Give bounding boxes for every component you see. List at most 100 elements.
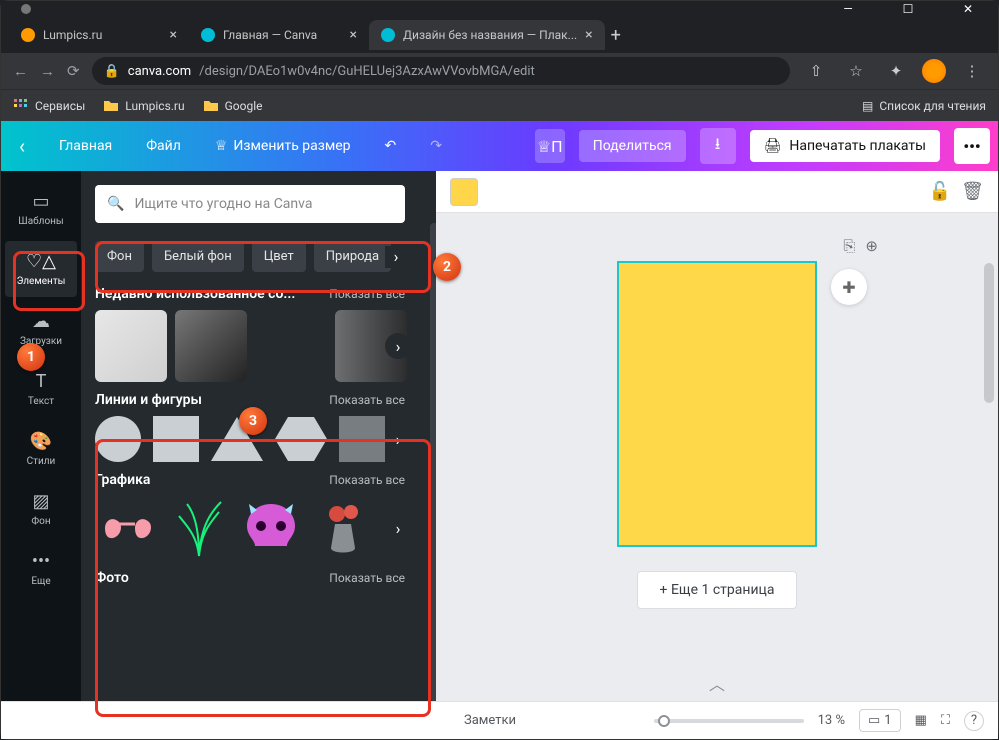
chevron-right-icon[interactable]: › xyxy=(385,333,411,359)
canvas-scroll[interactable]: ⎘ ⊕ ✚ + Еще 1 страница ︿ xyxy=(436,213,998,701)
undo-button[interactable]: ↶ xyxy=(375,132,407,160)
graphic-plant[interactable] xyxy=(167,496,231,560)
close-icon[interactable]: × xyxy=(350,27,357,43)
recent-thumb[interactable] xyxy=(255,310,327,382)
rail-label: Стили xyxy=(27,456,56,467)
comment-bubble[interactable]: ✚ xyxy=(831,269,867,305)
see-all-recent[interactable]: Показать все xyxy=(329,287,405,301)
rail-more[interactable]: ••• Еще xyxy=(5,541,77,597)
zoom-value[interactable]: 13 % xyxy=(818,713,845,728)
annotation-2: 2 xyxy=(433,253,461,281)
bookmark-services[interactable]: Сервисы xyxy=(13,98,85,114)
search-input[interactable]: 🔍 Ищите что угодно на Canva xyxy=(95,185,405,223)
color-swatch[interactable] xyxy=(450,178,478,206)
star-icon[interactable]: ☆ xyxy=(842,57,870,85)
favicon xyxy=(381,28,395,42)
duplicate-page-icon[interactable]: ⎘ xyxy=(843,237,855,255)
profile-avatar[interactable] xyxy=(922,59,946,83)
fullscreen-icon[interactable]: ⛶ xyxy=(941,713,950,728)
grid-view-icon[interactable]: ▦ xyxy=(915,713,927,728)
close-button[interactable]: ✕ xyxy=(950,0,986,23)
share-url-icon[interactable]: ⇧ xyxy=(802,57,830,85)
premium-button[interactable]: ♕ П xyxy=(535,129,565,163)
url-path: /design/DAEo1w0v4nc/GuHELUej3AzxAwVVovbM… xyxy=(199,64,535,79)
min-button[interactable]: — xyxy=(830,0,866,23)
shape-rounded[interactable] xyxy=(339,416,385,462)
tab-lumpics[interactable]: Lumpics.ru × xyxy=(9,20,189,50)
reload-icon[interactable]: ⟳ xyxy=(67,62,80,80)
chevron-right-icon[interactable]: › xyxy=(385,426,411,452)
chevron-right-icon[interactable]: › xyxy=(385,515,411,541)
text-icon: T xyxy=(36,371,47,392)
graphic-skull[interactable] xyxy=(239,496,303,560)
rail-elements[interactable]: ♡△ Элементы xyxy=(5,241,77,297)
recent-thumb[interactable] xyxy=(175,310,247,382)
see-all-graphics[interactable]: Показать все xyxy=(329,473,405,487)
back-icon[interactable]: ← xyxy=(13,62,28,80)
back-chevron[interactable]: ‹ xyxy=(9,128,35,164)
reading-list[interactable]: ▤ Список для чтения xyxy=(862,99,986,113)
url-field[interactable]: 🔒 canva.com /design/DAEo1w0v4nc/GuHELUej… xyxy=(92,57,790,85)
chip-bg[interactable]: Фон xyxy=(95,241,144,272)
file-menu[interactable]: Файл xyxy=(136,132,191,160)
trash-icon[interactable]: 🗑 xyxy=(961,181,984,202)
bookmark-google[interactable]: Google xyxy=(203,98,263,114)
tab-canva-home[interactable]: Главная — Canva × xyxy=(189,20,369,50)
graphic-glasses[interactable] xyxy=(95,496,159,560)
max-button[interactable]: ☐ xyxy=(890,0,926,23)
close-icon[interactable]: × xyxy=(585,27,592,43)
shape-circle[interactable] xyxy=(95,416,141,462)
extensions-icon[interactable]: ✦ xyxy=(882,57,910,85)
bookmark-label: Google xyxy=(225,99,263,113)
crown-icon: ♕ xyxy=(215,138,228,154)
design-page[interactable] xyxy=(617,261,817,547)
bookmark-lumpics[interactable]: Lumpics.ru xyxy=(103,98,184,114)
close-icon[interactable]: × xyxy=(170,27,177,43)
add-page-icon[interactable]: ⊕ xyxy=(865,237,878,255)
shape-hexagon[interactable] xyxy=(275,417,327,461)
shape-square[interactable] xyxy=(153,416,199,462)
recent-row: › xyxy=(95,310,405,382)
vertical-scrollbar[interactable] xyxy=(984,263,994,691)
recent-thumb[interactable] xyxy=(95,310,167,382)
rail-text[interactable]: T Текст xyxy=(5,361,77,417)
download-button[interactable]: ⭳ xyxy=(700,128,736,164)
tab-canva-design[interactable]: Дизайн без названия — Плак... × xyxy=(369,20,605,50)
menu-icon[interactable]: ⋮ xyxy=(958,57,986,85)
rail-styles[interactable]: 🎨 Стили xyxy=(5,421,77,477)
graphic-vase[interactable] xyxy=(311,496,375,560)
more-button[interactable]: ••• xyxy=(954,128,990,164)
page-count[interactable]: ▭ 1 xyxy=(859,709,901,732)
new-tab-button[interactable]: + xyxy=(611,25,621,46)
redo-button[interactable]: ↷ xyxy=(420,132,452,160)
favicon xyxy=(201,28,215,42)
chevron-right-icon[interactable]: › xyxy=(385,246,405,268)
rail-templates[interactable]: ▭ Шаблоны xyxy=(5,181,77,237)
home-link[interactable]: Главная xyxy=(49,132,122,160)
forward-icon[interactable]: → xyxy=(40,62,55,80)
see-all-shapes[interactable]: Показать все xyxy=(329,393,405,407)
section-photo-title: Фото xyxy=(95,570,129,586)
section-shapes-title: Линии и фигуры xyxy=(95,392,202,408)
resize-button[interactable]: ♕ Изменить размер xyxy=(205,132,361,160)
rail-background[interactable]: ▨ Фон xyxy=(5,481,77,537)
chip-nature[interactable]: Природа xyxy=(314,241,391,272)
lock-icon[interactable]: 🔓 xyxy=(929,181,951,202)
zoom-slider[interactable] xyxy=(654,719,804,723)
annotation-3: 3 xyxy=(239,407,267,435)
page-number: 1 xyxy=(884,713,891,728)
add-page-button[interactable]: + Еще 1 страница xyxy=(637,571,798,609)
app-menu-dot[interactable] xyxy=(21,4,31,14)
see-all-photo[interactable]: Показать все xyxy=(329,571,405,585)
chip-colors[interactable]: Цвет xyxy=(252,241,306,272)
print-button[interactable]: 🖨 Напечатать плакаты xyxy=(750,130,940,162)
lock-icon: 🔒 xyxy=(104,64,120,79)
notes-button[interactable]: Заметки xyxy=(464,713,516,728)
chip-white-bg[interactable]: Белый фон xyxy=(152,241,244,272)
search-icon: 🔍 xyxy=(107,196,124,212)
rail-label: Текст xyxy=(28,396,54,407)
rail-label: Элементы xyxy=(17,276,66,287)
chevron-up-icon[interactable]: ︿ xyxy=(709,671,725,695)
share-button[interactable]: Поделиться xyxy=(579,130,686,162)
help-icon[interactable]: ? xyxy=(964,711,984,731)
